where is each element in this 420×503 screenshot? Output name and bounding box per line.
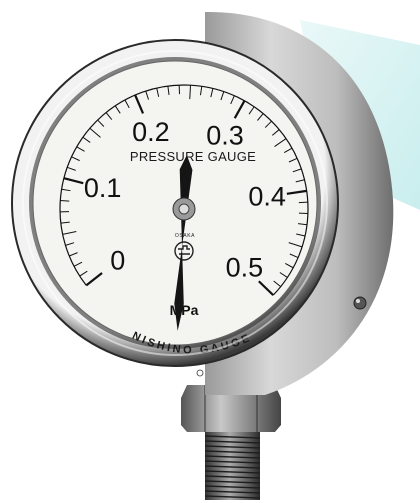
pressure-gauge-photo: 0 0.1 0.2 0.3 0.4 0.5 PRESSURE GAUGE OSAKA MP… (11, 11, 420, 500)
pointer-hub (172, 197, 196, 221)
scale-label: 0.3 (206, 121, 244, 151)
unit-label: MPa (170, 302, 199, 318)
scale-label: 0 (110, 246, 125, 276)
scale-label: 0.1 (84, 173, 122, 203)
scale-label: 0.4 (248, 182, 286, 212)
scale-label: 0.5 (226, 252, 264, 282)
maker-city-label: OSAKA (175, 233, 195, 239)
dial-title: PRESSURE GAUGE (130, 149, 256, 164)
minor-tick (60, 200, 70, 202)
scale-label: 0.2 (132, 117, 170, 147)
